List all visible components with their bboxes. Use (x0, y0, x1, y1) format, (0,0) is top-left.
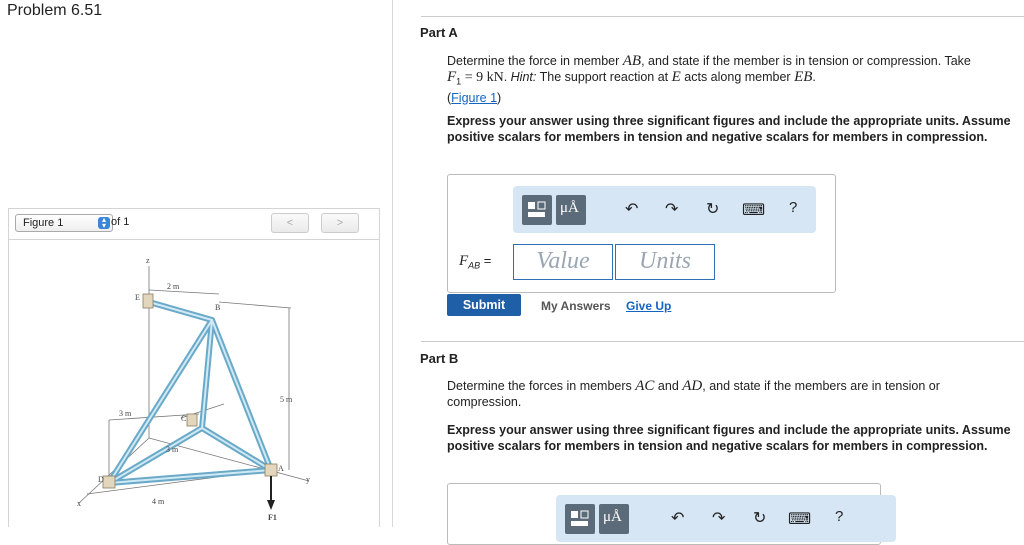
figure-select-value: Figure 1 (23, 217, 64, 229)
reset-icon[interactable]: ↻ (706, 199, 719, 219)
label-y: y (306, 475, 310, 484)
figure-select[interactable]: Figure 1 ▴ ▾ (15, 214, 113, 232)
answer-label: FAB = (459, 253, 492, 271)
templates-icon[interactable] (522, 195, 552, 225)
help-icon[interactable]: ? (789, 199, 797, 216)
problem-title: Problem 6.51 (7, 2, 103, 19)
my-answers-link[interactable]: My Answers (541, 299, 611, 313)
help-icon[interactable]: ? (835, 508, 843, 525)
templates-icon[interactable] (565, 504, 595, 534)
undo-icon[interactable]: ↶ (625, 199, 638, 219)
part-a-prompt: Determine the force in member AB, and st… (447, 53, 971, 105)
part-a-answer-box: μÅ ↶ ↷ ↻ ⌨ ? FAB = Value Units (447, 174, 836, 293)
keyboard-icon[interactable]: ⌨ (742, 200, 765, 220)
figure-link[interactable]: Figure 1 (451, 91, 497, 105)
label-A: A (278, 464, 284, 473)
next-figure-button[interactable]: > (321, 213, 359, 233)
units-icon[interactable]: μÅ (556, 195, 586, 225)
units-input[interactable]: Units (615, 244, 715, 280)
label-z: z (146, 256, 150, 265)
label-x: x (77, 499, 81, 508)
units-icon[interactable]: μÅ (599, 504, 629, 534)
part-b-instructions: Express your answer using three signific… (447, 423, 1011, 453)
undo-icon[interactable]: ↶ (671, 508, 684, 528)
label-2m: 2 m (167, 282, 180, 291)
label-C: C (181, 414, 186, 423)
part-b-prompt: Determine the forces in members AC and A… (447, 378, 940, 409)
label-3m-left: 3 m (119, 409, 132, 418)
label-4m: 4 m (152, 497, 165, 506)
figure-toolbar: Figure 1 ▴ ▾ of 1 < > (8, 208, 380, 240)
give-up-link[interactable]: Give Up (626, 299, 671, 313)
part-b-divider (421, 341, 1024, 342)
label-E: E (135, 293, 140, 302)
part-a-instructions: Express your answer using three signific… (447, 114, 1011, 144)
part-b-title: Part B (420, 351, 459, 366)
redo-icon[interactable]: ↷ (665, 199, 678, 219)
label-5m: 5 m (280, 395, 293, 404)
figure-count: of 1 (111, 216, 130, 228)
figure-image: z 2 m E B 5 m 3 m C 3 m A y D 4 m x F1 (8, 238, 380, 527)
select-arrows-icon: ▴ ▾ (98, 216, 110, 230)
figure-panel: Problem 6.51 Figure 1 ▴ ▾ of 1 < > z 2 m… (0, 0, 392, 527)
part-a-divider (421, 16, 1024, 17)
keyboard-icon[interactable]: ⌨ (788, 509, 811, 529)
problem-panel: Part A Determine the force in member AB,… (393, 0, 1024, 545)
part-a-math-toolbar: μÅ ↶ ↷ ↻ ⌨ ? (513, 186, 816, 233)
part-b-math-toolbar: μÅ ↶ ↷ ↻ ⌨ ? (556, 495, 896, 542)
label-B: B (215, 303, 220, 312)
part-b-answer-box: μÅ ↶ ↷ ↻ ⌨ ? (447, 483, 896, 545)
redo-icon[interactable]: ↷ (712, 508, 725, 528)
reset-icon[interactable]: ↻ (753, 508, 766, 528)
truss-diagram: z 2 m E B 5 m 3 m C 3 m A y D 4 m x F1 (77, 256, 310, 522)
value-input[interactable]: Value (513, 244, 613, 280)
submit-button[interactable]: Submit (447, 294, 521, 316)
part-a-title: Part A (420, 25, 458, 40)
label-F1: F1 (268, 513, 277, 522)
label-D: D (98, 475, 104, 484)
label-3m-mid: 3 m (166, 445, 179, 454)
prev-figure-button[interactable]: < (271, 213, 309, 233)
